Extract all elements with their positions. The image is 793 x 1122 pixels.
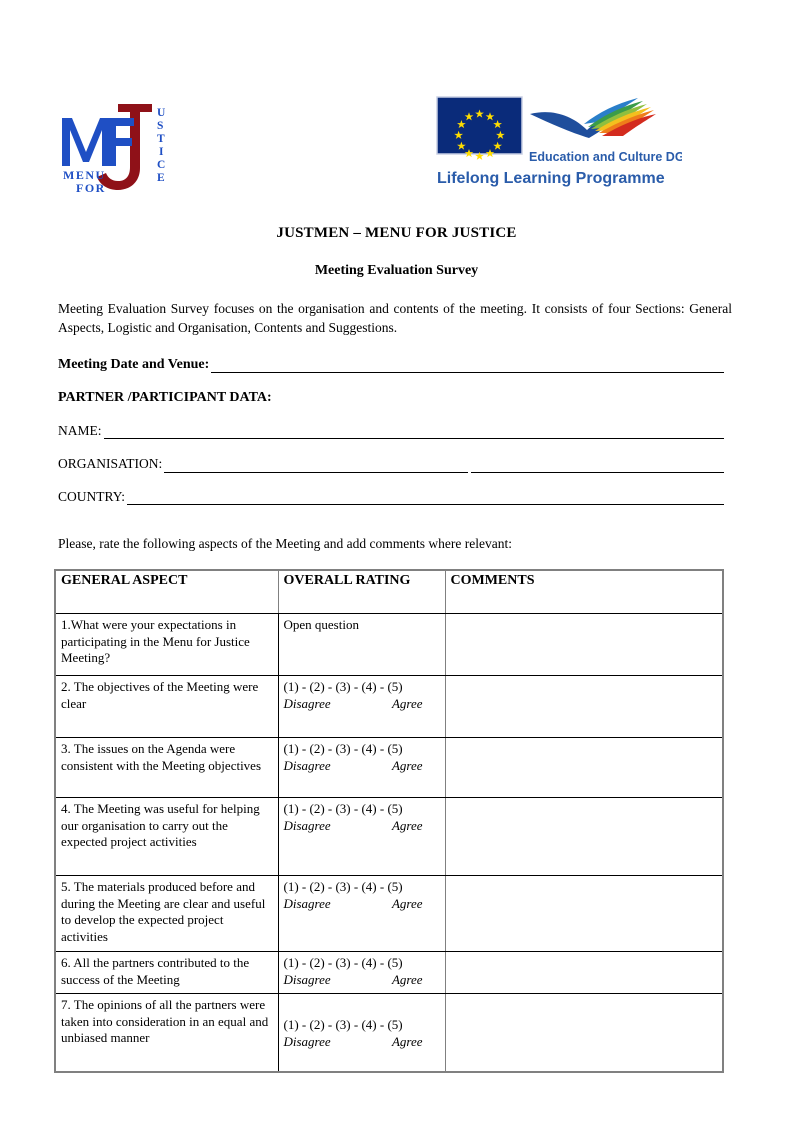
partner-participant-heading: PARTNER /PARTICIPANT DATA: xyxy=(58,390,272,405)
rating-high-label-6: Agree xyxy=(391,971,423,987)
rating-cell-2[interactable]: (1) - (2) - (3) - (4) - (5) Disagree Agr… xyxy=(277,675,446,738)
rating-low-label-7: Disagree xyxy=(283,1033,331,1049)
rating-anchors-2: Disagree Agree xyxy=(284,696,423,713)
organisation-input[interactable] xyxy=(164,459,724,473)
rating-scale-3[interactable]: (1) - (2) - (3) - (4) - (5) xyxy=(284,741,441,758)
aspect-text-3: 3. The issues on the Agenda were consist… xyxy=(54,737,279,798)
table-row: 3. The issues on the Agenda were consist… xyxy=(54,737,724,798)
country-label: COUNTRY: xyxy=(58,489,126,504)
mfj-for-text: FOR xyxy=(76,181,106,195)
aspect-text-4: 4. The Meeting was useful for helping ou… xyxy=(54,797,279,876)
rating-scale-4[interactable]: (1) - (2) - (3) - (4) - (5) xyxy=(284,801,441,818)
aspect-text-5: 5. The materials produced before and dur… xyxy=(54,875,279,952)
education-culture-dg-text: Education and Culture DG xyxy=(529,150,682,164)
column-header-overall-rating: OVERALL RATING xyxy=(277,569,446,614)
comment-cell-4[interactable] xyxy=(444,797,724,876)
rating-high-label-4: Agree xyxy=(391,817,423,833)
rating-cell-7[interactable]: (1) - (2) - (3) - (4) - (5) Disagree Agr… xyxy=(277,993,446,1073)
name-label: NAME: xyxy=(58,423,102,438)
rating-anchors-6: Disagree Agree xyxy=(284,972,423,989)
mfj-justice-letter-e: E xyxy=(157,172,165,184)
european-union-flag xyxy=(436,96,523,160)
country-input[interactable] xyxy=(127,491,724,505)
table-header-row: GENERAL ASPECT OVERALL RATING COMMENTS xyxy=(54,569,724,614)
comment-cell-1[interactable] xyxy=(444,613,724,676)
rate-instruction: Please, rate the following aspects of th… xyxy=(58,536,512,551)
aspect-text-6: 6. All the partners contributed to the s… xyxy=(54,951,279,994)
rating-scale-7[interactable]: (1) - (2) - (3) - (4) - (5) xyxy=(284,1017,441,1034)
mfj-justice-letter-i: I xyxy=(159,146,164,158)
aspect-text-7: 7. The opinions of all the partners were… xyxy=(54,993,279,1073)
table-row: 4. The Meeting was useful for helping ou… xyxy=(54,797,724,876)
meeting-date-venue-row: Meeting Date and Venue: xyxy=(58,357,724,373)
name-row: NAME: xyxy=(58,423,724,439)
comment-cell-5[interactable] xyxy=(444,875,724,952)
lifelong-learning-programme-logo: Education and Culture DG Lifelong Learni… xyxy=(432,93,682,188)
rating-high-label-3: Agree xyxy=(391,757,423,773)
mfj-justice-letter-u: U xyxy=(157,107,166,119)
menu-for-justice-logo-graphic: MENU FOR U S T I C E xyxy=(62,104,166,195)
mfj-justice-letter-s: S xyxy=(157,120,163,132)
menu-for-justice-logo: MENU FOR U S T I C E xyxy=(58,100,183,195)
column-header-general-aspect: GENERAL ASPECT xyxy=(54,569,279,614)
table-row: 6. All the partners contributed to the s… xyxy=(54,951,724,994)
rating-cell-1[interactable]: Open question xyxy=(277,613,446,676)
aspect-text-2: 2. The objectives of the Meeting were cl… xyxy=(54,675,279,738)
general-aspect-table: GENERAL ASPECT OVERALL RATING COMMENTS 1… xyxy=(54,569,724,1073)
meeting-date-venue-input[interactable] xyxy=(211,359,724,373)
table-row: 1.What were your expectations in partici… xyxy=(54,613,724,676)
table-row: 2. The objectives of the Meeting were cl… xyxy=(54,675,724,738)
rating-anchors-3: Disagree Agree xyxy=(284,758,423,775)
comment-cell-3[interactable] xyxy=(444,737,724,798)
table-row: 5. The materials produced before and dur… xyxy=(54,875,724,952)
lifelong-learning-programme-graphic: Education and Culture DG Lifelong Learni… xyxy=(436,96,682,187)
document-subtitle: Meeting Evaluation Survey xyxy=(314,263,479,278)
organisation-input-segment-1[interactable] xyxy=(164,459,469,473)
comment-cell-6[interactable] xyxy=(444,951,724,994)
education-culture-swoosh-icon xyxy=(530,98,656,138)
meeting-date-venue-label: Meeting Date and Venue: xyxy=(58,357,210,372)
rating-low-label-3: Disagree xyxy=(283,757,331,773)
comment-cell-2[interactable] xyxy=(444,675,724,738)
rating-cell-4[interactable]: (1) - (2) - (3) - (4) - (5) Disagree Agr… xyxy=(277,797,446,876)
lifelong-learning-programme-text: Lifelong Learning Programme xyxy=(437,170,665,187)
aspect-text-1: 1.What were your expectations in partici… xyxy=(54,613,279,676)
rating-high-label-5: Agree xyxy=(391,895,423,911)
partner-participant-heading-row: PARTNER /PARTICIPANT DATA: xyxy=(58,390,724,406)
rating-cell-3[interactable]: (1) - (2) - (3) - (4) - (5) Disagree Agr… xyxy=(277,737,446,798)
rating-anchors-7: Disagree Agree xyxy=(284,1034,423,1051)
rating-scale-5[interactable]: (1) - (2) - (3) - (4) - (5) xyxy=(284,879,441,896)
comment-cell-7[interactable] xyxy=(444,993,724,1073)
name-input[interactable] xyxy=(103,425,724,439)
survey-page: MENU FOR U S T I C E Education and Cultu… xyxy=(0,0,793,1122)
organisation-label: ORGANISATION: xyxy=(58,456,163,471)
country-row: COUNTRY: xyxy=(58,489,724,505)
document-title: JUSTMEN – MENU FOR JUSTICE xyxy=(276,225,517,241)
intro-paragraph: Meeting Evaluation Survey focuses on the… xyxy=(58,301,732,335)
rating-cell-5[interactable]: (1) - (2) - (3) - (4) - (5) Disagree Agr… xyxy=(277,875,446,952)
organisation-row: ORGANISATION: xyxy=(58,456,724,473)
rating-anchors-5: Disagree Agree xyxy=(284,896,423,913)
rating-cell-6[interactable]: (1) - (2) - (3) - (4) - (5) Disagree Agr… xyxy=(277,951,446,994)
rating-low-label-5: Disagree xyxy=(283,895,331,911)
rating-high-label-2: Agree xyxy=(391,695,423,711)
rating-high-label-7: Agree xyxy=(391,1033,423,1049)
table-row: 7. The opinions of all the partners were… xyxy=(54,993,724,1073)
rating-scale-2[interactable]: (1) - (2) - (3) - (4) - (5) xyxy=(284,679,441,696)
rating-anchors-4: Disagree Agree xyxy=(284,818,423,835)
rating-low-label-2: Disagree xyxy=(283,695,331,711)
open-question-label: Open question xyxy=(283,617,359,632)
logo-band: MENU FOR U S T I C E Education and Cultu… xyxy=(0,0,793,205)
rating-scale-6[interactable]: (1) - (2) - (3) - (4) - (5) xyxy=(284,955,441,972)
organisation-input-segment-2[interactable] xyxy=(471,459,724,473)
rating-low-label-4: Disagree xyxy=(283,817,331,833)
rating-low-label-6: Disagree xyxy=(283,971,331,987)
mfj-justice-letter-t: T xyxy=(157,133,165,145)
column-header-comments: COMMENTS xyxy=(444,569,724,614)
mfj-menu-text: MENU xyxy=(63,168,106,182)
mfj-justice-letter-c: C xyxy=(157,159,165,171)
